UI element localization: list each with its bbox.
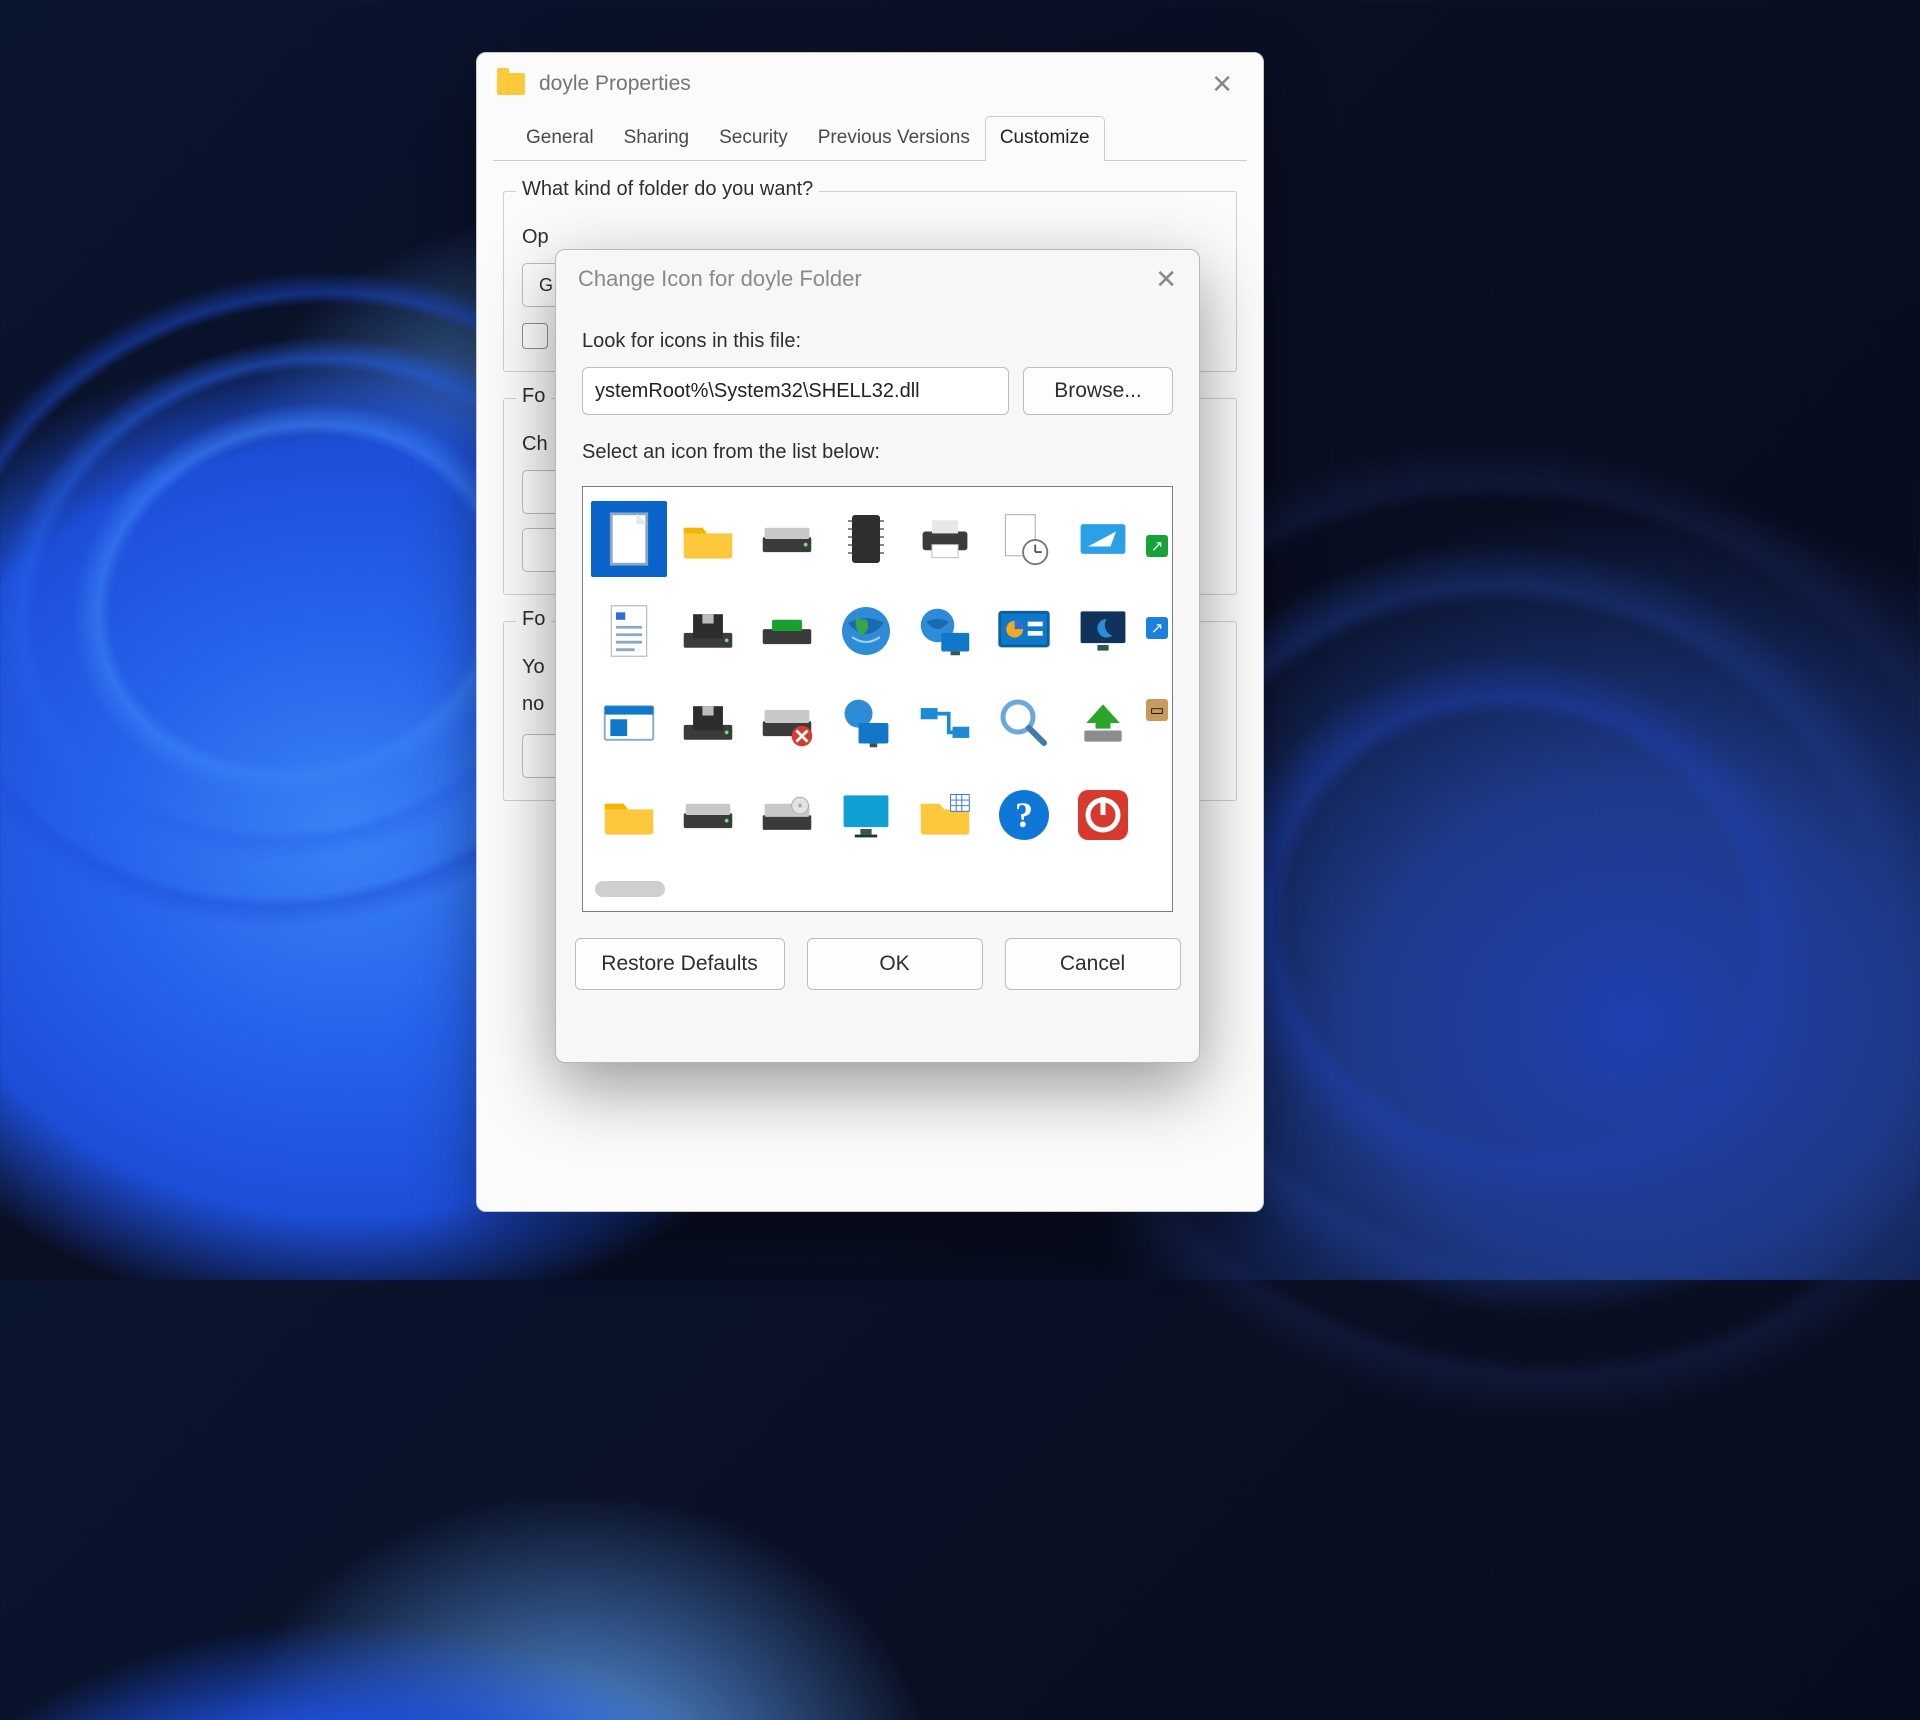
tab-previous-versions[interactable]: Previous Versions	[803, 116, 985, 161]
box-icon: ▭	[1146, 699, 1168, 721]
icon-side-column: ↗ ↗ ▭	[1144, 493, 1170, 861]
network-globe-icon[interactable]	[907, 593, 983, 669]
printer-icon[interactable]	[907, 501, 983, 577]
network-connection-icon[interactable]	[907, 685, 983, 761]
globe-icon[interactable]	[828, 593, 904, 669]
folder-grid-icon[interactable]	[907, 777, 983, 853]
tab-general[interactable]: General	[511, 116, 609, 161]
group-folder-icons-legend: Fo	[516, 608, 551, 631]
network-monitor-icon[interactable]	[828, 685, 904, 761]
close-icon[interactable]: ✕	[1201, 65, 1243, 104]
change-icon-button-row: Restore Defaults OK Cancel	[556, 912, 1199, 990]
run-shortcut-icon[interactable]	[1065, 501, 1141, 577]
optical-drive-icon[interactable]	[749, 777, 825, 853]
group-folder-pictures-legend: Fo	[516, 385, 551, 408]
horizontal-scrollbar[interactable]	[595, 881, 665, 897]
browse-button[interactable]: Browse...	[1023, 367, 1173, 415]
floppy-drive-icon[interactable]	[670, 593, 746, 669]
icon-list-box[interactable]: ? ↗ ↗ ▭	[582, 486, 1173, 912]
folder-2-icon[interactable]	[591, 777, 667, 853]
optimize-label: Op	[522, 226, 1218, 249]
shortcut-arrow-icon: ↗	[1146, 617, 1168, 639]
monitor-icon[interactable]	[828, 777, 904, 853]
icon-grid: ?	[589, 493, 1142, 861]
ok-button[interactable]: OK	[807, 938, 983, 990]
restore-defaults-button[interactable]: Restore Defaults	[575, 938, 785, 990]
change-icon-titlebar[interactable]: Change Icon for doyle Folder ✕	[556, 250, 1199, 308]
properties-tabs: General Sharing Security Previous Versio…	[493, 115, 1247, 161]
group-folder-type-legend: What kind of folder do you want?	[516, 178, 819, 201]
apply-subfolders-checkbox[interactable]	[522, 323, 548, 349]
tab-sharing[interactable]: Sharing	[609, 116, 705, 161]
program-window-icon[interactable]	[591, 685, 667, 761]
search-magnifier-icon[interactable]	[986, 685, 1062, 761]
power-off-icon[interactable]	[1065, 777, 1141, 853]
eject-green-icon[interactable]	[1065, 685, 1141, 761]
select-icon-label: Select an icon from the list below:	[582, 441, 1173, 464]
svg-text:?: ?	[1015, 795, 1033, 835]
floppy-drive-2-icon[interactable]	[670, 685, 746, 761]
icon-file-path-input[interactable]	[582, 367, 1009, 415]
folder-icon	[497, 73, 525, 95]
tab-security[interactable]: Security	[704, 116, 803, 161]
hard-drive-icon[interactable]	[749, 501, 825, 577]
removable-drive-icon[interactable]	[749, 593, 825, 669]
cancel-button[interactable]: Cancel	[1005, 938, 1181, 990]
drive-error-icon[interactable]	[749, 685, 825, 761]
help-question-icon[interactable]: ?	[986, 777, 1062, 853]
control-panel-icon[interactable]	[986, 593, 1062, 669]
share-arrow-icon: ↗	[1146, 535, 1168, 557]
chip-icon[interactable]	[828, 501, 904, 577]
monitor-night-icon[interactable]	[1065, 593, 1141, 669]
folder-icon[interactable]	[670, 501, 746, 577]
document-clock-icon[interactable]	[986, 501, 1062, 577]
change-icon-title: Change Icon for doyle Folder	[578, 266, 862, 292]
change-icon-body: Look for icons in this file: Browse... S…	[556, 308, 1199, 478]
blank-document-icon[interactable]	[591, 501, 667, 577]
change-icon-dialog: Change Icon for doyle Folder ✕ Look for …	[555, 249, 1200, 1063]
drive-icon[interactable]	[670, 777, 746, 853]
tab-customize[interactable]: Customize	[985, 116, 1105, 161]
text-document-icon[interactable]	[591, 593, 667, 669]
close-icon[interactable]: ✕	[1155, 264, 1177, 295]
properties-title: doyle Properties	[539, 72, 691, 96]
properties-titlebar[interactable]: doyle Properties ✕	[477, 53, 1263, 115]
look-for-icons-label: Look for icons in this file:	[582, 330, 1173, 353]
